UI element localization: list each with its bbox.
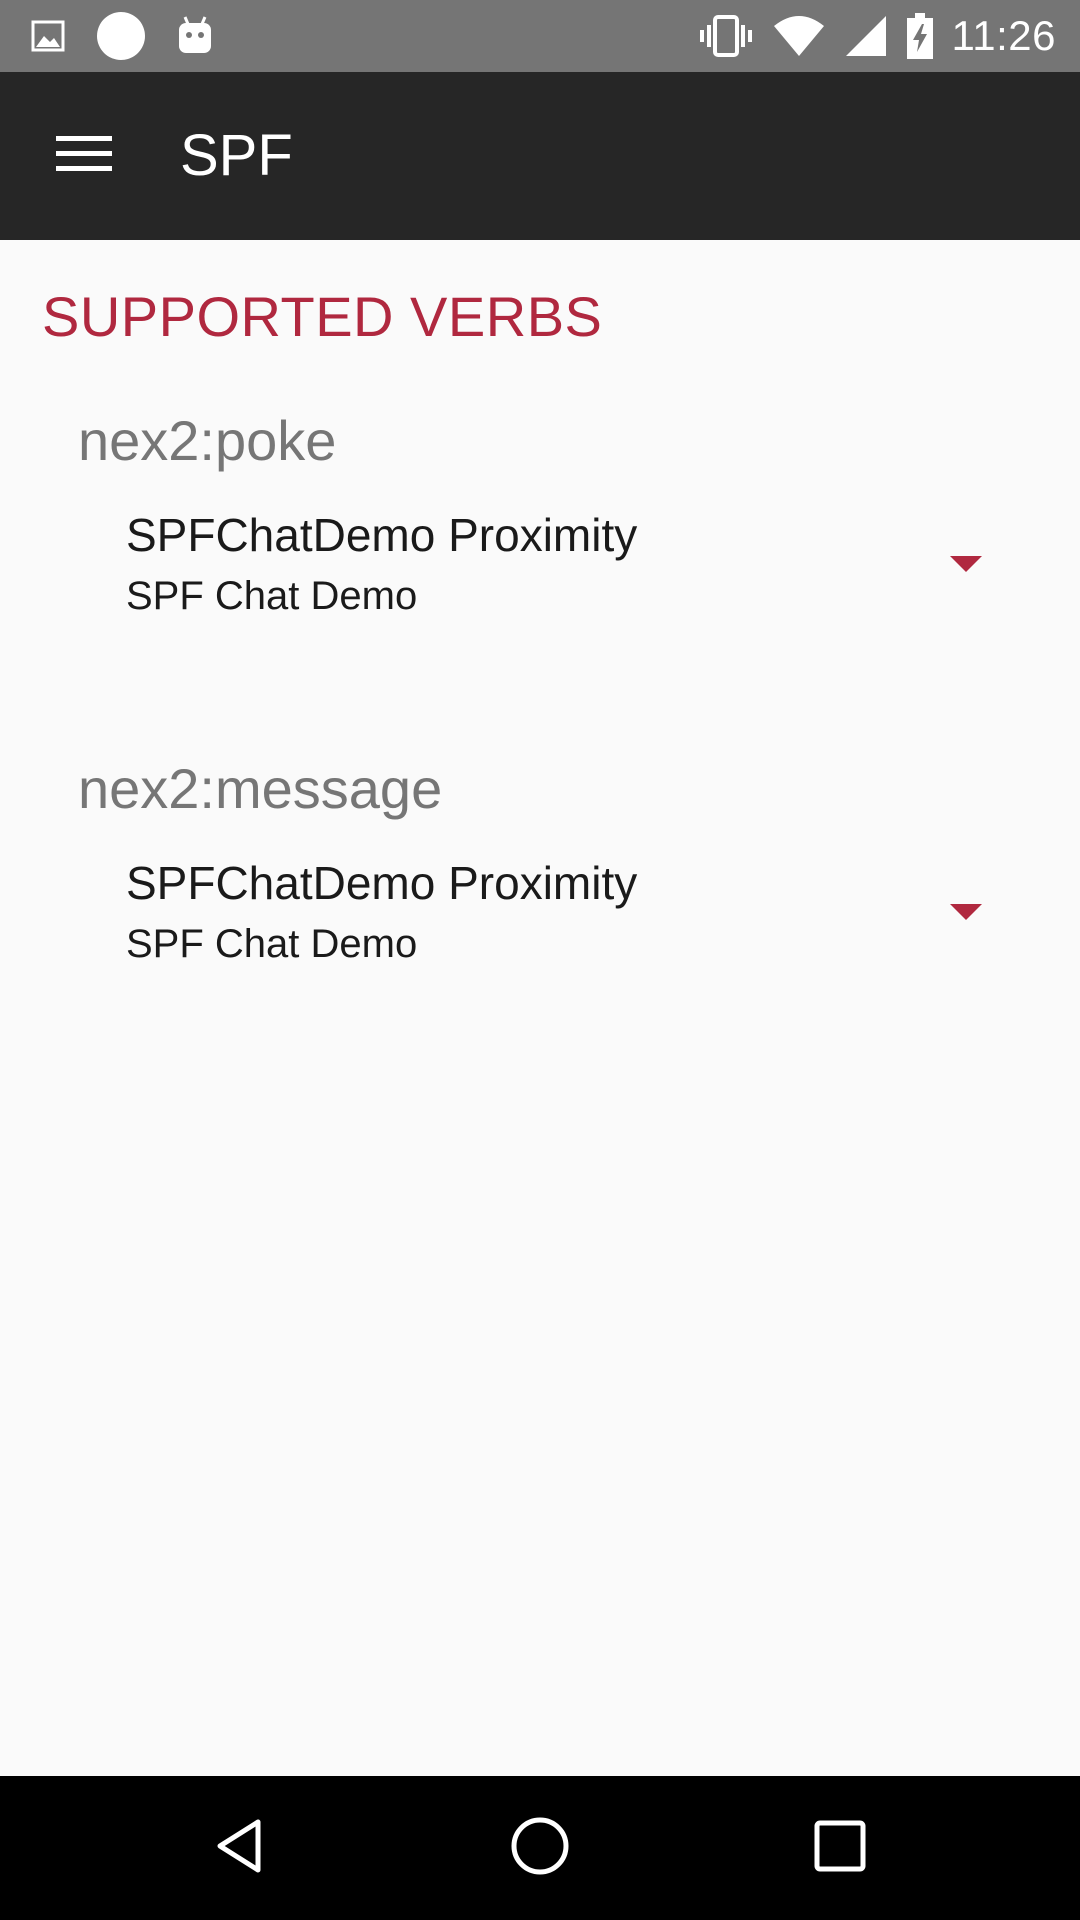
navigation-bar [0, 1776, 1080, 1920]
verb-item-message: nex2:message SPFChatDemo Proximity SPF C… [0, 756, 1080, 1056]
section-title: SUPPORTED VERBS [42, 285, 603, 348]
cell-signal-icon [844, 14, 888, 58]
battery-charging-icon [906, 12, 934, 60]
status-bar: 11:26 [0, 0, 1080, 72]
app-bar: SPF [0, 72, 1080, 240]
spinner-selected-secondary: SPF Chat Demo [126, 574, 418, 618]
recents-button[interactable] [804, 1812, 876, 1884]
status-time: 11:26 [951, 12, 1056, 59]
screen: 11:26 SPF SUPPORTED VERBS nex2:poke SPFC… [0, 0, 1080, 1920]
home-icon [509, 1815, 571, 1882]
home-button[interactable] [504, 1812, 576, 1884]
vibrate-icon [698, 14, 754, 58]
content: SUPPORTED VERBS nex2:poke SPFChatDemo Pr… [0, 240, 1080, 1776]
dropdown-arrow-icon [950, 556, 982, 572]
hamburger-menu-icon [56, 134, 112, 179]
spinner-selected-secondary: SPF Chat Demo [126, 922, 418, 966]
app-title: SPF [180, 123, 293, 188]
image-notification-icon [30, 18, 66, 54]
circle-notification-icon [96, 11, 146, 61]
recents-icon [812, 1818, 868, 1879]
wifi-icon [772, 14, 826, 58]
menu-button[interactable] [36, 116, 132, 196]
verb-app-spinner[interactable]: SPFChatDemo Proximity SPF Chat Demo [100, 844, 1020, 974]
status-notifications [30, 0, 214, 72]
spinner-selected-primary: SPFChatDemo Proximity [126, 509, 638, 561]
verb-app-spinner[interactable]: SPFChatDemo Proximity SPF Chat Demo [100, 496, 1020, 626]
status-indicators: 11:26 [698, 0, 1057, 72]
verb-name: nex2:poke [78, 409, 337, 472]
verb-item-poke: nex2:poke SPFChatDemo Proximity SPF Chat… [0, 408, 1080, 708]
android-notification-icon [176, 15, 214, 57]
back-button[interactable] [204, 1812, 276, 1884]
back-icon [210, 1816, 270, 1881]
spinner-selected-primary: SPFChatDemo Proximity [126, 857, 638, 909]
verb-name: nex2:message [78, 757, 443, 820]
dropdown-arrow-icon [950, 904, 982, 920]
